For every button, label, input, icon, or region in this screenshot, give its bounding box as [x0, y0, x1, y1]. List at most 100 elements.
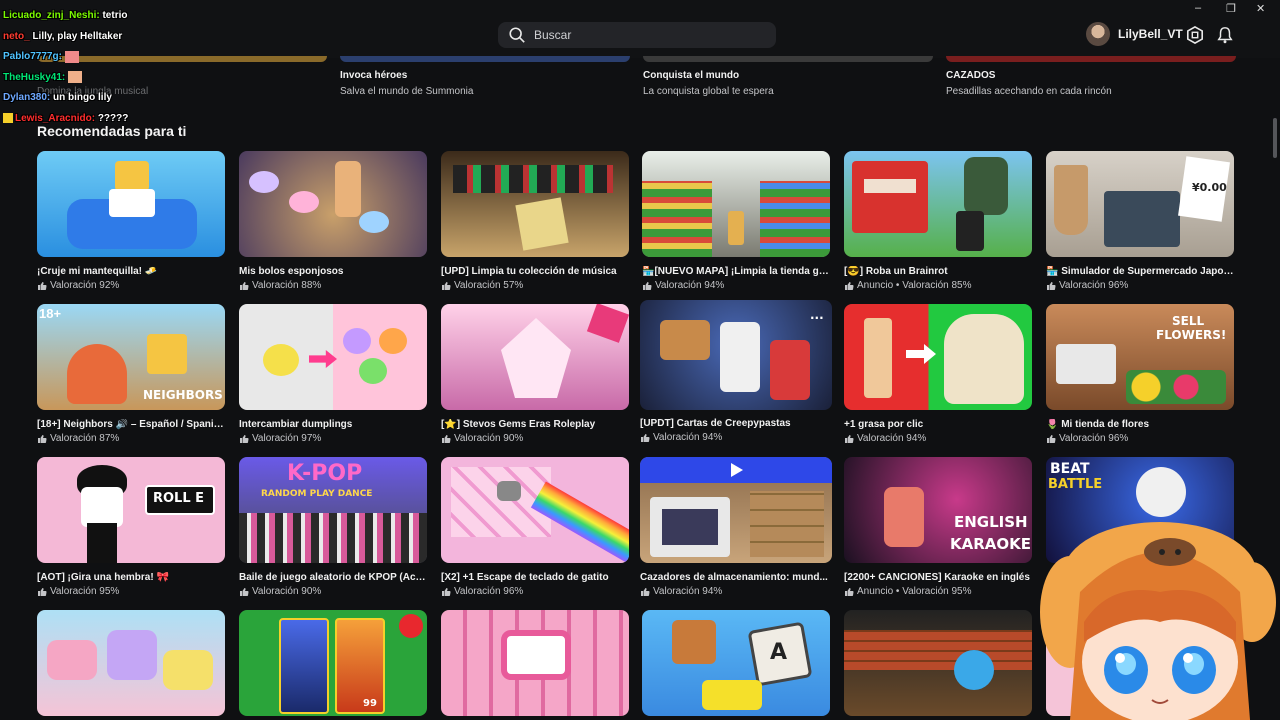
game-thumbnail[interactable]: ...	[640, 300, 832, 410]
game-card[interactable]: [X2] +1 Escape de teclado de gatito Valo…	[441, 457, 629, 597]
chat-message: Dylan380: un bingo lily	[3, 88, 128, 109]
game-thumbnail[interactable]	[441, 304, 629, 410]
thumbs-up-icon	[641, 587, 650, 596]
event-title[interactable]: Invoca héroes	[340, 70, 407, 81]
robux-icon[interactable]	[1186, 26, 1204, 44]
game-rating: Valoración 87%	[37, 433, 225, 444]
event-subtitle: La conquista global te espera	[643, 86, 774, 97]
game-rating: Valoración 88%	[239, 280, 427, 291]
game-thumbnail[interactable]	[844, 151, 1032, 257]
game-thumbnail[interactable]	[239, 304, 427, 410]
game-thumbnail[interactable]: SELL FLOWERS!	[1046, 304, 1234, 410]
thumbs-up-icon	[845, 587, 854, 596]
game-card[interactable]: 🏪[NUEVO MAPA] ¡Limpia la tienda gr... Va…	[642, 151, 830, 291]
game-thumbnail[interactable]: K-POP RANDOM PLAY DANCE	[239, 457, 427, 563]
game-card[interactable]: K-POP RANDOM PLAY DANCE Baile de juego a…	[239, 457, 427, 597]
game-title: 🌷 Mi tienda de flores	[1046, 419, 1150, 430]
minimize-button[interactable]: –	[1195, 2, 1201, 14]
game-rating: Valoración 95%	[37, 586, 225, 597]
event-title[interactable]: Conquista el mundo	[643, 70, 739, 81]
game-thumbnail[interactable]	[239, 151, 427, 257]
game-card[interactable]: [😎] Roba un Brainrot Anuncio • Valoració…	[844, 151, 1032, 291]
game-card[interactable]: 99	[239, 610, 427, 716]
game-title: Baile de juego aleatorio de KPOP (Act...	[239, 572, 427, 583]
game-title: [😎] Roba un Brainrot	[844, 266, 948, 277]
rating-text: Valoración 97%	[252, 433, 322, 444]
game-thumbnail[interactable]	[441, 151, 629, 257]
game-card[interactable]: Intercambiar dumplings Valoración 97%	[239, 304, 427, 444]
bell-icon[interactable]	[1216, 26, 1234, 44]
game-rating: Valoración 94%	[640, 432, 832, 443]
rating-text: Valoración 96%	[1059, 280, 1129, 291]
game-rating: Anuncio • Valoración 95%	[844, 586, 1032, 597]
chat-message: TheHusky41:	[3, 68, 128, 89]
game-thumbnail[interactable]	[441, 457, 629, 563]
karaoke-line-2: KARAOKE	[950, 535, 1032, 553]
game-card[interactable]: ... [UPDT] Cartas de Creepypastas Valora…	[640, 300, 832, 443]
thumbs-up-icon	[643, 281, 652, 290]
game-card[interactable]: [UPD] Limpia tu colección de música Valo…	[441, 151, 629, 291]
game-card[interactable]	[37, 610, 225, 716]
close-button[interactable]: ✕	[1256, 2, 1265, 15]
event-title[interactable]: CAZADOS	[946, 70, 995, 81]
game-title: Cazadores de almacenamiento: mund...	[640, 572, 828, 583]
search-input[interactable]	[534, 28, 764, 42]
game-thumbnail[interactable]: ¥0.00	[1046, 151, 1234, 257]
game-thumbnail[interactable]: A	[642, 610, 830, 716]
game-title: [AOT] ¡Gira una hembra! 🎀	[37, 572, 169, 583]
search-box[interactable]	[498, 22, 776, 48]
thumbs-up-icon	[38, 281, 47, 290]
rating-text: Valoración 94%	[653, 432, 723, 443]
username[interactable]: LilyBell_VT	[1118, 27, 1183, 41]
game-card[interactable]: ¥0.00 🏪 Simulador de Supermercado Japon.…	[1046, 151, 1234, 291]
game-thumbnail[interactable]	[642, 151, 830, 257]
game-card[interactable]: ENGLISH KARAOKE [2200+ CANCIONES] Karaok…	[844, 457, 1032, 597]
rating-text: Valoración 88%	[252, 280, 322, 291]
avatar[interactable]	[1086, 22, 1110, 46]
game-card[interactable]: [⭐] Stevos Gems Eras Roleplay Valoración…	[441, 304, 629, 444]
game-thumbnail[interactable]	[37, 610, 225, 716]
game-card[interactable]	[441, 610, 629, 716]
options-icon[interactable]: ...	[810, 308, 824, 322]
thumbs-up-icon	[641, 433, 650, 442]
game-thumbnail[interactable]: 18+ NEIGHBORS	[37, 304, 225, 410]
game-card[interactable]: 18+ NEIGHBORS [18+] Neighbors 🔊 – Españo…	[37, 304, 225, 444]
scrollbar[interactable]	[1273, 118, 1277, 158]
game-thumbnail[interactable]	[640, 457, 832, 563]
chat-text: ?????	[97, 112, 129, 124]
game-rating: Valoración 96%	[1046, 433, 1234, 444]
thumbs-up-icon	[240, 281, 249, 290]
thumbs-up-icon	[1047, 434, 1056, 443]
game-thumbnail[interactable]: ENGLISH KARAOKE	[844, 457, 1032, 563]
event-thumb[interactable]	[340, 56, 630, 62]
game-thumbnail[interactable]	[844, 304, 1032, 410]
chat-message: Pablo7777g:	[3, 47, 128, 68]
game-thumbnail[interactable]: 99	[239, 610, 427, 716]
game-rating: Valoración 92%	[37, 280, 225, 291]
karaoke-line-1: ENGLISH	[954, 513, 1028, 531]
game-card[interactable]: SELL FLOWERS! 🌷 Mi tienda de flores Valo…	[1046, 304, 1234, 444]
game-thumbnail[interactable]	[441, 610, 629, 716]
game-card[interactable]: Mis bolos esponjosos Valoración 88%	[239, 151, 427, 291]
game-card[interactable]: Cazadores de almacenamiento: mund... Val…	[640, 457, 832, 597]
game-title: [UPD] Limpia tu colección de música	[441, 266, 617, 277]
play-icon	[731, 463, 743, 477]
game-thumbnail[interactable]	[844, 610, 1032, 716]
game-title: Mis bolos esponjosos	[239, 266, 344, 277]
restore-button[interactable]: ❐	[1226, 2, 1236, 15]
event-subtitle: Salva el mundo de Summonia	[340, 86, 474, 97]
game-thumbnail[interactable]: ROLL E	[37, 457, 225, 563]
thumbs-up-icon	[38, 434, 47, 443]
game-thumbnail[interactable]	[37, 151, 225, 257]
game-card[interactable]: +1 grasa por clic Valoración 94%	[844, 304, 1032, 444]
event-thumb[interactable]	[946, 56, 1236, 62]
game-card[interactable]: ROLL E [AOT] ¡Gira una hembra! 🎀 Valorac…	[37, 457, 225, 597]
play-button[interactable]	[640, 457, 832, 483]
game-card[interactable]	[844, 610, 1032, 716]
game-card[interactable]: ¡Cruje mi mantequilla! 🧈 Valoración 92%	[37, 151, 225, 291]
chat-message: neto_ Lilly, play Helltaker	[3, 27, 128, 48]
game-card[interactable]: A	[642, 610, 830, 716]
user-profile[interactable]: LilyBell_VT	[1086, 22, 1183, 46]
event-thumb[interactable]	[643, 56, 933, 62]
chat-message: Lewis_Aracnido: ?????	[3, 109, 128, 130]
